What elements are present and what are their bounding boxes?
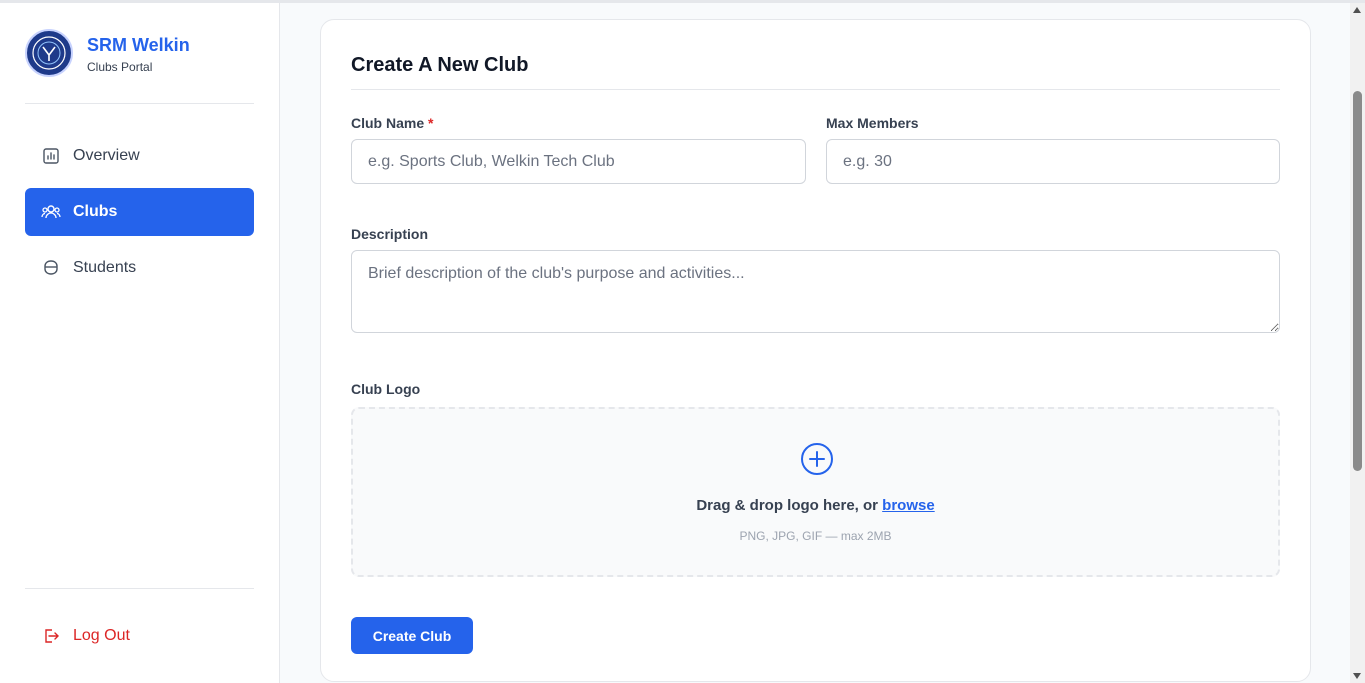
max-members-input[interactable] bbox=[826, 139, 1280, 184]
scroll-up-arrow-icon[interactable] bbox=[1353, 7, 1361, 13]
sidebar-divider-top bbox=[25, 103, 254, 104]
club-name-label: Club Name * bbox=[351, 115, 433, 131]
club-logo-label: Club Logo bbox=[351, 381, 421, 397]
title-divider bbox=[351, 89, 1280, 90]
logo-dropzone[interactable]: Drag & drop logo here, or browse PNG, JP… bbox=[351, 407, 1280, 577]
add-circle-icon bbox=[801, 443, 833, 475]
browse-link[interactable]: browse bbox=[882, 497, 935, 514]
dropzone-text: Drag & drop logo here, or browse bbox=[353, 497, 1278, 514]
crest-icon bbox=[32, 36, 66, 70]
logout-button[interactable]: Log Out bbox=[25, 612, 254, 660]
dropzone-hint: PNG, JPG, GIF — max 2MB bbox=[739, 529, 892, 543]
description-label: Description bbox=[351, 226, 429, 242]
sidebar-item-students[interactable]: Students bbox=[25, 244, 254, 292]
scroll-down-arrow-icon[interactable] bbox=[1353, 673, 1361, 679]
create-club-button[interactable]: Create Club bbox=[351, 617, 473, 654]
sidebar-item-label: Clubs bbox=[73, 203, 118, 220]
sidebar-item-clubs[interactable]: Clubs bbox=[25, 188, 254, 236]
description-textarea[interactable] bbox=[351, 250, 1280, 333]
graduation-cap-icon bbox=[41, 258, 61, 278]
create-club-card: Create A New Club Club Name * Max Member… bbox=[320, 19, 1311, 682]
university-logo bbox=[25, 29, 73, 77]
app-window: SRM Welkin Clubs Portal Overview Clubs S… bbox=[0, 0, 1365, 683]
sidebar: SRM Welkin Clubs Portal Overview Clubs S… bbox=[0, 3, 280, 683]
users-icon bbox=[41, 202, 61, 222]
club-name-input[interactable] bbox=[351, 139, 806, 184]
max-members-label: Max Members bbox=[826, 115, 919, 131]
required-mark: * bbox=[428, 115, 434, 131]
sidebar-divider-bottom bbox=[25, 588, 254, 589]
brand-subtitle: Clubs Portal bbox=[87, 59, 153, 74]
logout-label: Log Out bbox=[73, 627, 130, 644]
sidebar-item-label: Students bbox=[73, 259, 137, 276]
logout-icon bbox=[41, 626, 61, 646]
brand: SRM Welkin Clubs Portal bbox=[25, 29, 190, 77]
scrollbar[interactable] bbox=[1350, 3, 1365, 683]
club-name-label-text: Club Name bbox=[351, 115, 425, 131]
sidebar-item-label: Overview bbox=[73, 147, 140, 164]
dropzone-instruction: Drag & drop logo here, or bbox=[696, 497, 878, 514]
sidebar-nav: Overview Clubs Students bbox=[25, 132, 254, 300]
chart-icon bbox=[41, 146, 61, 166]
sidebar-item-overview[interactable]: Overview bbox=[25, 132, 254, 180]
brand-name: SRM Welkin bbox=[87, 34, 190, 55]
page-title: Create A New Club bbox=[351, 54, 529, 76]
scrollbar-thumb[interactable] bbox=[1353, 91, 1362, 471]
